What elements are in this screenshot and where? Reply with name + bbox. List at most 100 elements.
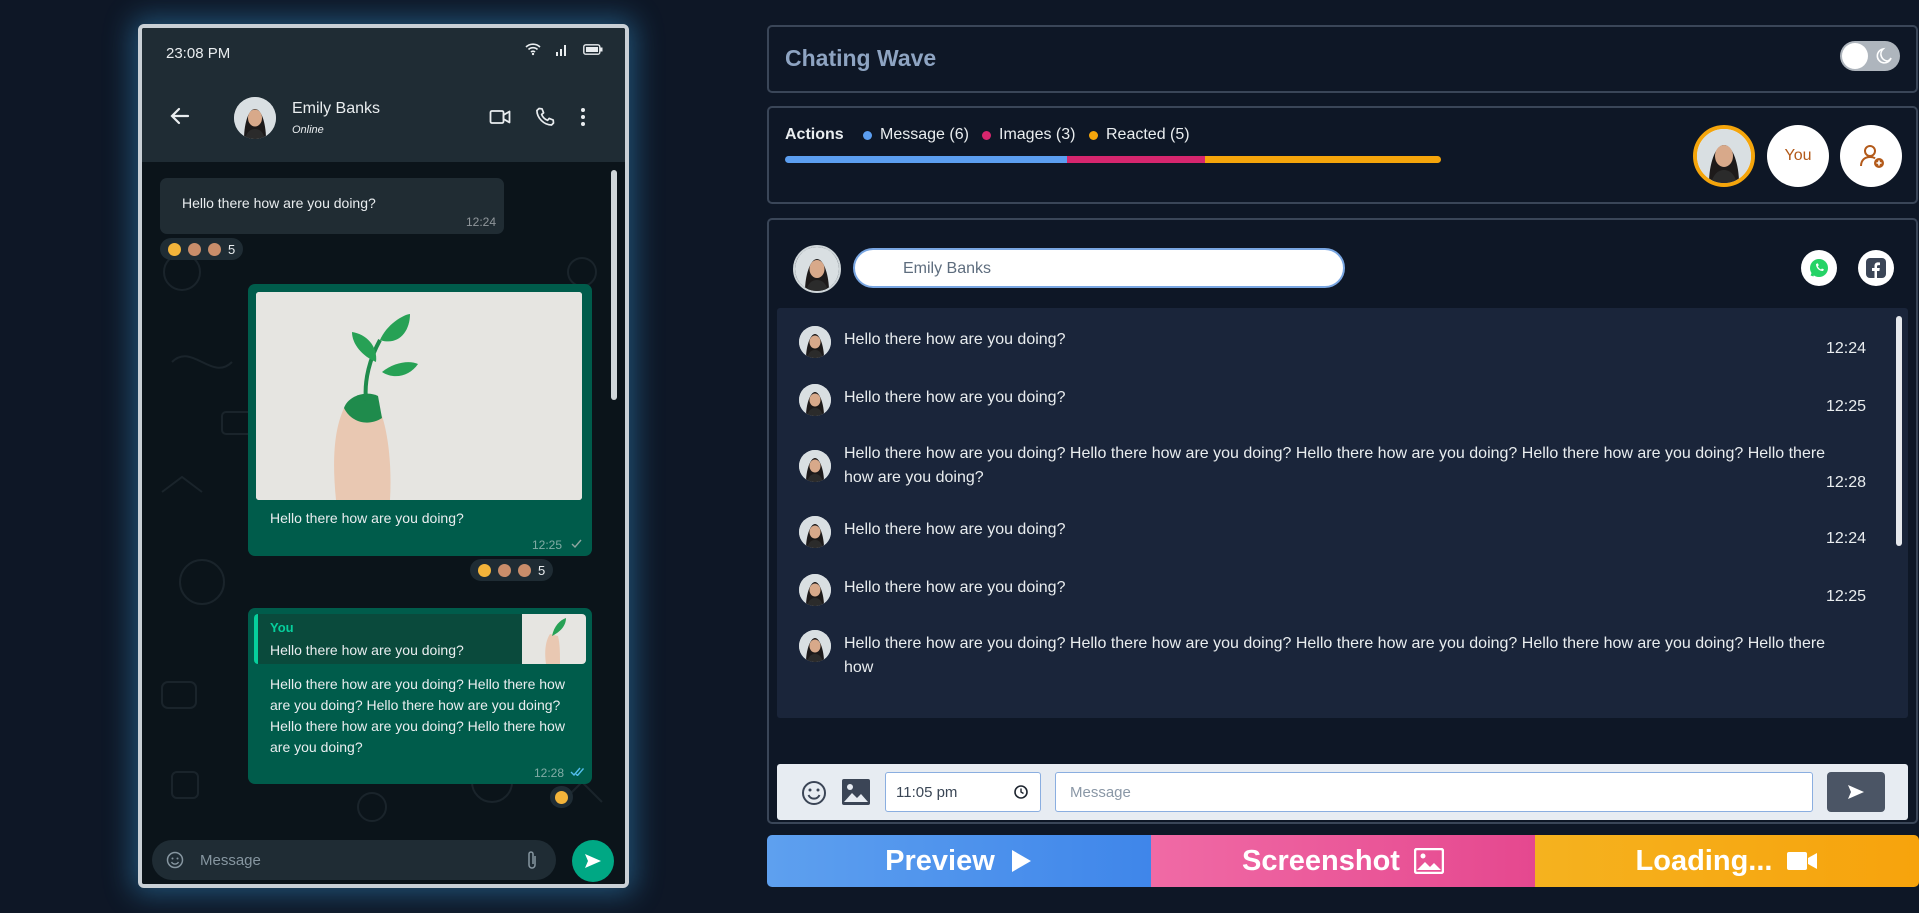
preview-button[interactable]: Preview xyxy=(767,835,1151,887)
you-button[interactable]: You xyxy=(1767,125,1829,187)
message-row[interactable]: Hello there how are you doing? 12:24 xyxy=(777,326,1908,366)
chat-header: Emily Banks Online xyxy=(142,74,625,162)
message-row[interactable]: Hello there how are you doing? Hello the… xyxy=(777,440,1908,502)
image-icon[interactable] xyxy=(841,778,871,806)
add-user-icon xyxy=(1860,145,1884,168)
contact-name: Emily Banks xyxy=(292,100,381,117)
legend-message: Message (6) xyxy=(863,126,969,144)
message-text: Hello there how are you doing? xyxy=(844,331,1066,348)
status-time: 23:08 PM xyxy=(166,45,231,62)
message-avatar xyxy=(799,630,831,662)
message-time: 12:28 xyxy=(533,766,564,780)
message-text: Hello there how are you doing? xyxy=(182,195,376,211)
legend-label: Message (6) xyxy=(880,126,969,143)
message-text: Hello there how are you doing? Hello the… xyxy=(844,635,1826,676)
message-avatar xyxy=(799,516,831,548)
contact-avatar[interactable] xyxy=(234,97,276,139)
facebook-button[interactable] xyxy=(1858,250,1894,286)
whatsapp-button[interactable] xyxy=(1801,250,1837,286)
message-time: 12:24 xyxy=(1825,340,1866,357)
whatsapp-icon xyxy=(1810,259,1828,277)
phone-message-input[interactable]: Message xyxy=(152,840,556,880)
message-row[interactable]: Hello there how are you doing? 12:25 xyxy=(777,574,1908,614)
message-text: Hello there how are you doing? Hello the… xyxy=(844,445,1826,486)
contact-avatar-button[interactable] xyxy=(1693,125,1755,187)
reply-author: You xyxy=(270,620,294,635)
reaction-badge[interactable]: 5 xyxy=(470,559,554,581)
video-call-icon[interactable] xyxy=(489,106,511,128)
phone-send-button[interactable] xyxy=(572,840,614,882)
progress-segment-reacted xyxy=(1205,156,1441,163)
send-icon xyxy=(585,854,601,868)
editor-avatar[interactable] xyxy=(793,245,841,293)
reaction-badge[interactable] xyxy=(550,786,573,808)
message-text: Hello there how are you doing? xyxy=(270,510,464,526)
message-image[interactable] xyxy=(256,292,582,500)
loading-label: Loading... xyxy=(1635,844,1773,877)
message-row[interactable]: Hello there how are you doing? Hello the… xyxy=(777,630,1908,676)
emoji-icon xyxy=(518,563,531,577)
send-button[interactable] xyxy=(1827,772,1885,812)
reaction-badge[interactable]: 5 xyxy=(160,238,244,260)
time-input[interactable]: 11:05 pm xyxy=(885,772,1041,812)
clock-icon[interactable] xyxy=(1014,785,1028,799)
emoji-icon xyxy=(208,242,221,256)
reply-text: Hello there how are you doing? xyxy=(270,642,464,658)
legend-label: Reacted (5) xyxy=(1106,126,1190,143)
contact-name-input[interactable]: Emily Banks xyxy=(853,248,1345,288)
play-icon xyxy=(1011,850,1031,872)
message-time: 12:25 xyxy=(1825,588,1866,605)
phone-call-icon[interactable] xyxy=(534,106,556,128)
image-icon xyxy=(1413,848,1444,874)
emoji-icon[interactable] xyxy=(801,780,827,806)
message-row[interactable]: Hello there how are you doing? 12:24 xyxy=(777,516,1908,556)
legend-label: Images (3) xyxy=(999,126,1076,143)
moon-icon xyxy=(1876,47,1892,64)
quoted-reply[interactable]: You Hello there how are you doing? xyxy=(254,614,586,664)
message-avatar xyxy=(799,574,831,606)
add-user-button[interactable] xyxy=(1840,125,1902,187)
actions-panel: Actions Message (6) Images (3) Reacted (… xyxy=(767,106,1918,204)
theme-toggle[interactable] xyxy=(1840,41,1900,71)
more-options-icon[interactable] xyxy=(579,106,587,128)
phone-preview: 23:08 PM Emily Banks Online Hello there … xyxy=(138,24,629,888)
back-arrow-icon[interactable] xyxy=(168,104,192,128)
legend-images: Images (3) xyxy=(982,126,1075,144)
toggle-knob xyxy=(1842,43,1868,69)
video-camera-icon xyxy=(1787,852,1818,870)
send-icon xyxy=(1848,785,1864,799)
plant-hand-image xyxy=(256,292,582,500)
actions-progress-bar xyxy=(785,156,1441,163)
incoming-message[interactable]: Hello there how are you doing? 12:24 xyxy=(160,178,504,234)
message-time: 12:24 xyxy=(465,215,496,229)
emoji-icon xyxy=(555,790,568,804)
outgoing-image-message[interactable]: Hello there how are you doing? 12:25 xyxy=(248,284,592,556)
facebook-icon xyxy=(1866,258,1886,278)
record-video-button[interactable]: Loading... xyxy=(1535,835,1919,887)
screenshot-label: Screenshot xyxy=(1242,844,1400,877)
reaction-count: 5 xyxy=(538,562,546,578)
message-time: 12:25 xyxy=(1825,398,1866,415)
emoji-icon[interactable] xyxy=(166,851,184,869)
message-text: Hello there how are you doing? Hello the… xyxy=(270,676,565,755)
progress-segment-message xyxy=(785,156,1067,163)
message-row[interactable]: Hello there how are you doing? 12:25 xyxy=(777,384,1908,424)
reaction-count: 5 xyxy=(228,241,236,257)
avatar-image xyxy=(1697,129,1751,183)
time-value: 11:05 pm xyxy=(896,784,958,801)
message-input[interactable]: Message xyxy=(1055,772,1813,812)
outgoing-reply-message[interactable]: You Hello there how are you doing? Hello… xyxy=(248,608,592,784)
screenshot-button[interactable]: Screenshot xyxy=(1151,835,1535,887)
chat-scrollbar[interactable] xyxy=(611,170,617,400)
actions-label: Actions xyxy=(785,126,844,143)
app-header: Chating Wave xyxy=(767,25,1918,93)
input-placeholder: Message xyxy=(200,852,261,869)
message-avatar xyxy=(799,326,831,358)
emoji-icon xyxy=(478,563,491,577)
message-text: Hello there how are you doing? xyxy=(844,389,1066,406)
message-list-scrollbar[interactable] xyxy=(1896,316,1902,546)
message-text: Hello there how are you doing? xyxy=(844,521,1066,538)
legend-reacted: Reacted (5) xyxy=(1089,126,1190,144)
attach-icon[interactable] xyxy=(526,850,538,870)
read-check-icon xyxy=(570,767,584,776)
